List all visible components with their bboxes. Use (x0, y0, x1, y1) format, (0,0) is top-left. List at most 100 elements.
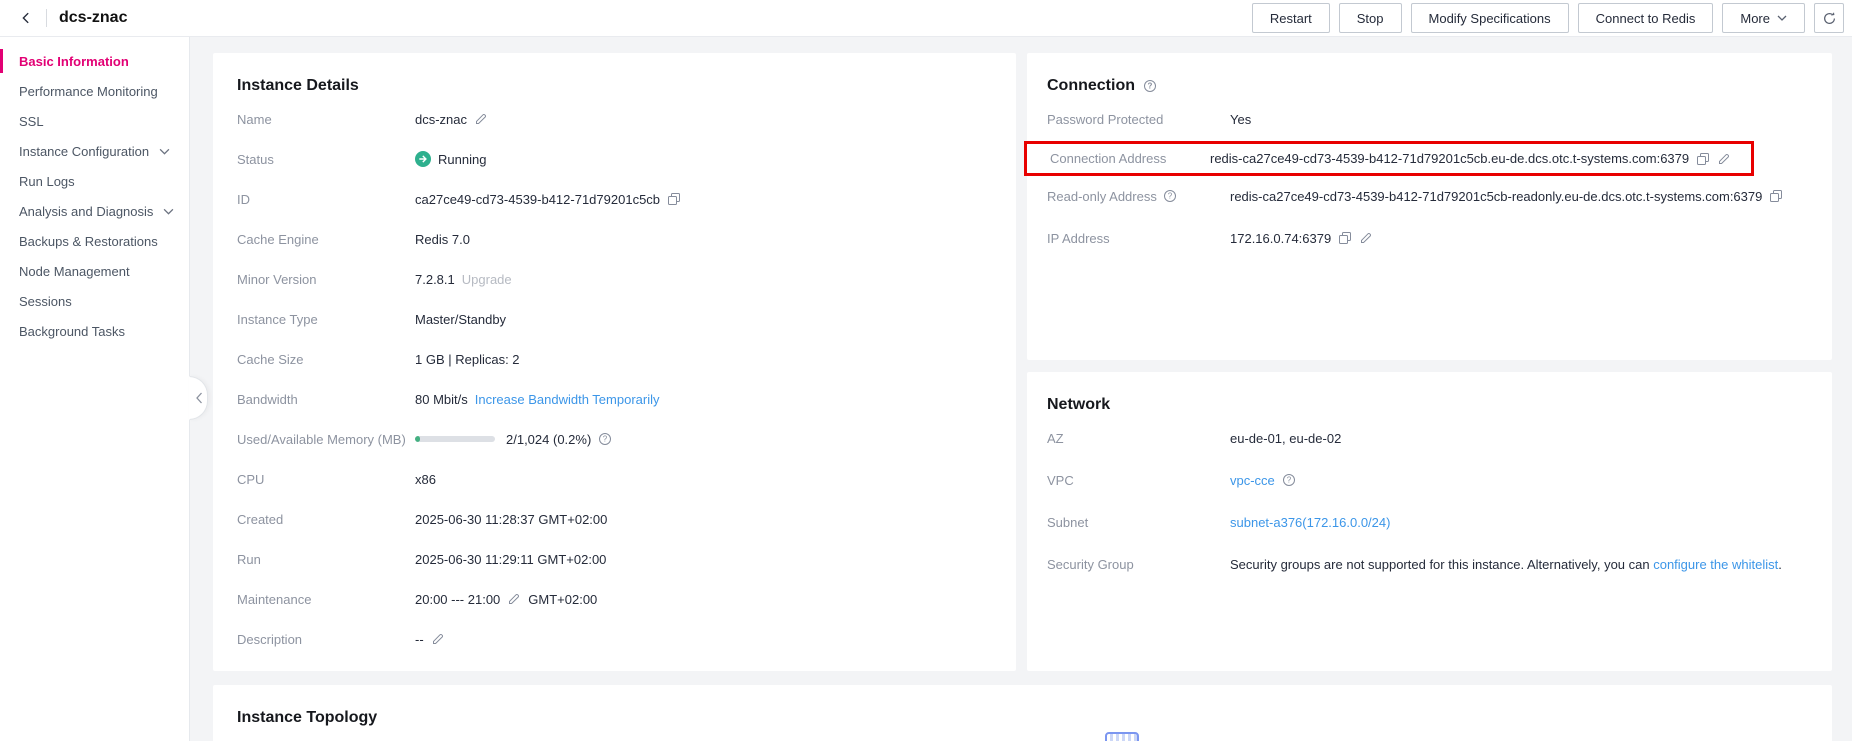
field-label: Subnet (1047, 515, 1230, 530)
connect-to-redis-button[interactable]: Connect to Redis (1578, 3, 1714, 33)
connection-help-icon[interactable]: ? (1143, 79, 1157, 93)
sidebar-item-label: Background Tasks (19, 324, 125, 339)
sidebar-item-node-management[interactable]: Node Management (0, 256, 189, 286)
field-label: Cache Size (237, 352, 415, 367)
detail-row-cpu: CPU x86 (237, 468, 992, 490)
detail-row-cache-size: Cache Size 1 GB | Replicas: 2 (237, 348, 992, 370)
page-title: dcs-znac (59, 9, 127, 27)
field-label: Security Group (1047, 557, 1230, 572)
sidebar-item-label: Basic Information (19, 54, 129, 69)
restart-button[interactable]: Restart (1252, 3, 1330, 33)
sidebar-item-label: SSL (19, 114, 44, 129)
az-value: eu-de-01, eu-de-02 (1230, 431, 1341, 446)
refresh-button[interactable] (1814, 3, 1844, 33)
sidebar-item-sessions[interactable]: Sessions (0, 286, 189, 316)
instance-details-title: Instance Details (237, 77, 992, 95)
edit-maintenance-icon[interactable] (507, 592, 521, 606)
page-body: Basic Information Performance Monitoring… (0, 37, 1852, 741)
more-button[interactable]: More (1722, 3, 1805, 33)
increase-bandwidth-link[interactable]: Increase Bandwidth Temporarily (475, 392, 660, 407)
cache-size-value: 1 GB | Replicas: 2 (415, 352, 520, 367)
bandwidth-value: 80 Mbit/s (415, 392, 468, 407)
password-protected-value: Yes (1230, 112, 1251, 127)
connection-address-value: redis-ca27ce49-cd73-4539-b412-71d79201c5… (1210, 151, 1689, 166)
memory-usage-fill (415, 436, 420, 442)
copy-ip-address-icon[interactable] (1338, 231, 1352, 245)
svg-text:?: ? (603, 435, 608, 444)
memory-help-icon[interactable]: ? (598, 432, 612, 446)
sidebar-item-performance-monitoring[interactable]: Performance Monitoring (0, 76, 189, 106)
stop-button[interactable]: Stop (1339, 3, 1402, 33)
sidebar-item-label: Performance Monitoring (19, 84, 158, 99)
sidebar-item-ssl[interactable]: SSL (0, 106, 189, 136)
field-label: IP Address (1047, 231, 1230, 246)
sidebar-item-background-tasks[interactable]: Background Tasks (0, 316, 189, 346)
copy-id-icon[interactable] (667, 192, 681, 206)
copy-readonly-address-icon[interactable] (1769, 189, 1783, 203)
instance-topology-title: Instance Topology (237, 709, 1808, 727)
field-label: AZ (1047, 431, 1230, 446)
maintenance-timezone: GMT+02:00 (528, 592, 597, 607)
connection-row-readonly-address: Read-only Address ? redis-ca27ce49-cd73-… (1047, 185, 1812, 207)
instance-type-value: Master/Standby (415, 312, 506, 327)
vpc-link[interactable]: vpc-cce (1230, 473, 1275, 488)
field-label: Name (237, 112, 415, 127)
subnet-link[interactable]: subnet-a376(172.16.0.0/24) (1230, 515, 1390, 530)
detail-row-cache-engine: Cache Engine Redis 7.0 (237, 228, 992, 250)
field-label: Description (237, 632, 415, 647)
edit-ip-address-icon[interactable] (1359, 231, 1373, 245)
field-label: Status (237, 152, 415, 167)
network-row-security-group: Security Group Security groups are not s… (1047, 553, 1812, 575)
field-label: Used/Available Memory (MB) (237, 432, 415, 447)
sidebar-item-analysis-and-diagnosis[interactable]: Analysis and Diagnosis (0, 196, 189, 226)
field-label: VPC (1047, 473, 1230, 488)
network-row-vpc: VPC vpc-cce ? (1047, 469, 1812, 491)
detail-row-bandwidth: Bandwidth 80 Mbit/s Increase Bandwidth T… (237, 388, 992, 410)
status-running-icon (415, 151, 431, 167)
field-label: Bandwidth (237, 392, 415, 407)
sidebar-item-instance-configuration[interactable]: Instance Configuration (0, 136, 189, 166)
field-label: Run (237, 552, 415, 567)
configure-whitelist-link[interactable]: configure the whitelist (1653, 557, 1778, 572)
status-value: Running (438, 152, 486, 167)
more-button-label: More (1740, 11, 1770, 26)
sidebar-item-basic-information[interactable]: Basic Information (0, 46, 189, 76)
upgrade-link[interactable]: Upgrade (462, 272, 512, 287)
dcs-instance-detail-page: dcs-znac Restart Stop Modify Specificati… (0, 0, 1852, 741)
field-label: Cache Engine (237, 232, 415, 247)
chevron-left-icon (19, 11, 33, 25)
edit-name-icon[interactable] (474, 112, 488, 126)
field-label: Instance Type (237, 312, 415, 327)
modify-specifications-button[interactable]: Modify Specifications (1411, 3, 1569, 33)
sidebar-item-backups-restorations[interactable]: Backups & Restorations (0, 226, 189, 256)
maintenance-window-value: 20:00 --- 21:00 (415, 592, 500, 607)
readonly-address-help-icon[interactable]: ? (1163, 189, 1177, 203)
detail-row-description: Description -- (237, 628, 992, 650)
edit-connection-address-icon[interactable] (1717, 152, 1731, 166)
detail-row-status: Status Running (237, 148, 992, 170)
connection-row-ip-address: IP Address 172.16.0.74:6379 (1047, 227, 1812, 249)
connection-title: Connection (1047, 77, 1135, 95)
refresh-icon (1822, 11, 1837, 26)
sidebar-item-label: Instance Configuration (19, 144, 149, 159)
vpc-help-icon[interactable]: ? (1282, 473, 1296, 487)
field-label: Read-only Address (1047, 189, 1157, 204)
copy-connection-address-icon[interactable] (1696, 152, 1710, 166)
detail-row-id: ID ca27ce49-cd73-4539-b412-71d79201c5cb (237, 188, 992, 210)
field-label: CPU (237, 472, 415, 487)
connection-address-highlight: Connection Address redis-ca27ce49-cd73-4… (1024, 141, 1754, 176)
field-label: Password Protected (1047, 112, 1230, 127)
detail-row-run: Run 2025-06-30 11:29:11 GMT+02:00 (237, 548, 992, 570)
instance-id-value: ca27ce49-cd73-4539-b412-71d79201c5cb (415, 192, 660, 207)
detail-row-created: Created 2025-06-30 11:28:37 GMT+02:00 (237, 508, 992, 530)
edit-description-icon[interactable] (431, 632, 445, 646)
sidebar: Basic Information Performance Monitoring… (0, 37, 190, 741)
sidebar-item-label: Backups & Restorations (19, 234, 158, 249)
chevron-down-icon (159, 148, 170, 155)
topology-node (1105, 732, 1139, 741)
chevron-down-icon (1777, 15, 1787, 21)
svg-text:?: ? (1168, 192, 1173, 201)
back-button[interactable] (16, 8, 36, 28)
network-card: Network AZ eu-de-01, eu-de-02 VPC vpc-cc… (1027, 372, 1832, 671)
sidebar-item-run-logs[interactable]: Run Logs (0, 166, 189, 196)
